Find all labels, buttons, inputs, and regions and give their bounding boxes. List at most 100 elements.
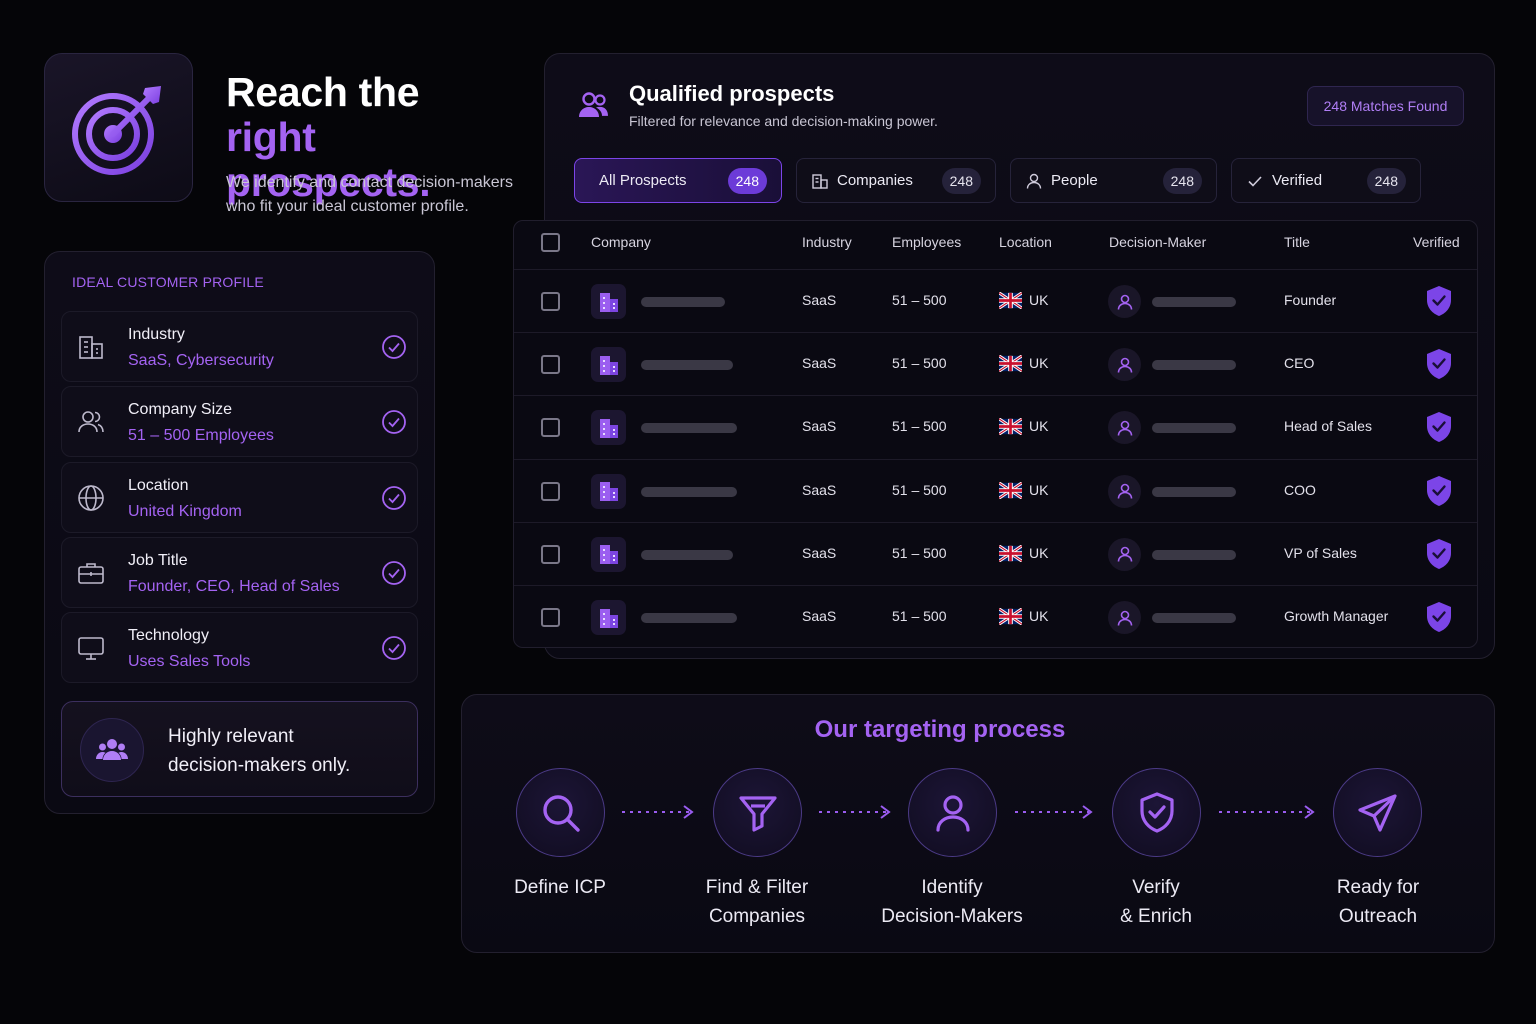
- row-checkbox[interactable]: [541, 355, 560, 375]
- hero-subtitle-line2: who fit your ideal customer profile.: [226, 198, 469, 215]
- icp-item-technology[interactable]: Technology Uses Sales Tools: [61, 612, 418, 683]
- column-header-verified[interactable]: Verified: [1413, 234, 1460, 250]
- relevance-text-line2: decision-makers only.: [168, 755, 351, 776]
- row-checkbox[interactable]: [541, 418, 560, 438]
- group-avatar: [80, 718, 144, 782]
- row-checkbox[interactable]: [541, 544, 560, 564]
- person-icon: [1117, 294, 1132, 310]
- table-row[interactable]: SaaS 51 – 500 UK COO: [514, 458, 1477, 522]
- target-icon: [71, 85, 161, 175]
- building-icon: [599, 545, 618, 565]
- location-cell: UK: [1029, 418, 1049, 435]
- row-checkbox[interactable]: [541, 481, 560, 501]
- building-icon: [599, 355, 618, 375]
- decision-maker-name-placeholder: [1152, 360, 1236, 371]
- tab-people[interactable]: People 248: [1010, 158, 1217, 203]
- flow-arrow: [819, 805, 891, 819]
- hero-subtitle-line1: We identify and contact decision-makers: [226, 174, 513, 191]
- decision-maker-name-placeholder: [1152, 297, 1236, 307]
- company-name-placeholder: [641, 549, 733, 560]
- table-row[interactable]: SaaS 51 – 500 UK Growth Manager: [514, 585, 1477, 648]
- employees-cell: 51 – 500: [892, 418, 947, 435]
- location-cell: UK: [1029, 608, 1049, 624]
- step-find-filter: [713, 768, 802, 857]
- icp-item-value: 51 – 500 Employees: [128, 427, 274, 444]
- relevance-callout: Highly relevant decision-makers only.: [61, 701, 418, 797]
- column-header-company[interactable]: Company: [591, 234, 651, 250]
- table-row[interactable]: SaaS 51 – 500 UK Head of Sales: [514, 395, 1477, 458]
- filter-icon: [738, 795, 777, 832]
- industry-cell: SaaS: [802, 355, 837, 372]
- globe-icon: [78, 485, 104, 511]
- title-cell: COO: [1284, 481, 1316, 498]
- tab-count: 248: [941, 168, 981, 194]
- icp-item-industry[interactable]: Industry SaaS, Cybersecurity: [61, 311, 418, 382]
- verified-shield-icon: [1427, 412, 1451, 443]
- step-label-line1: Find & Filter: [705, 877, 809, 898]
- users-icon: [78, 411, 104, 433]
- company-name-placeholder: [641, 360, 733, 371]
- icp-item-value: Uses Sales Tools: [128, 653, 251, 670]
- table-row[interactable]: SaaS 51 – 500 UK VP of Sales: [514, 521, 1477, 585]
- tab-count: 248: [727, 168, 767, 194]
- flow-arrow: [622, 805, 694, 819]
- verified-shield-icon: [1427, 602, 1451, 632]
- uk-flag-icon: [999, 544, 1022, 562]
- process-title: Our targeting process: [814, 716, 1066, 743]
- step-label-line2: Decision-Makers: [881, 906, 1023, 927]
- column-header-decision-maker[interactable]: Decision-Maker: [1109, 234, 1206, 250]
- select-all-checkbox[interactable]: [541, 233, 560, 252]
- table-row[interactable]: SaaS 51 – 500 UK CEO: [514, 332, 1477, 395]
- location-cell: UK: [1029, 355, 1049, 372]
- hero-title-line1: Reach the: [226, 69, 420, 115]
- icp-item-company-size[interactable]: Company Size 51 – 500 Employees: [61, 386, 418, 457]
- icp-item-location[interactable]: Location United Kingdom: [61, 462, 418, 533]
- step-label-line1: Ready for: [1336, 877, 1420, 898]
- table-row[interactable]: SaaS 51 – 500 UK Founder: [514, 269, 1477, 332]
- building-icon: [599, 292, 618, 312]
- decision-maker-avatar: [1108, 348, 1141, 382]
- step-label-line1: Identify: [921, 877, 983, 898]
- title-cell: Founder: [1284, 292, 1337, 308]
- search-icon: [542, 794, 580, 832]
- employees-cell: 51 – 500: [892, 481, 947, 498]
- building-icon: [812, 173, 828, 189]
- decision-maker-name-placeholder: [1152, 486, 1236, 497]
- uk-flag-icon: [999, 355, 1022, 373]
- row-checkbox[interactable]: [541, 292, 560, 311]
- decision-maker-avatar: [1108, 285, 1141, 318]
- tab-all-prospects[interactable]: All Prospects 248: [574, 158, 782, 203]
- verified-shield-icon: [1427, 538, 1451, 569]
- step-label-line2: & Enrich: [1120, 906, 1192, 927]
- target-logo-tile: [44, 53, 193, 202]
- tab-label: Companies: [837, 172, 913, 189]
- column-header-location[interactable]: Location: [999, 234, 1052, 250]
- tab-companies[interactable]: Companies 248: [796, 158, 996, 203]
- icp-item-label: Job Title: [128, 552, 188, 569]
- step-define-icp: [516, 768, 605, 857]
- check-circle-icon: [382, 486, 406, 510]
- tab-label: Verified: [1272, 172, 1323, 189]
- decision-maker-avatar: [1108, 601, 1141, 634]
- column-header-title[interactable]: Title: [1284, 234, 1310, 250]
- column-header-industry[interactable]: Industry: [802, 234, 852, 250]
- verified-shield-icon: [1427, 349, 1451, 380]
- step-label: Identify Decision-Makers: [857, 873, 1047, 931]
- icp-item-label: Technology: [128, 627, 209, 644]
- column-header-employees[interactable]: Employees: [892, 234, 961, 250]
- company-logo: [591, 284, 626, 319]
- icp-item-job-title[interactable]: Job Title Founder, CEO, Head of Sales: [61, 537, 418, 608]
- step-label-line2: Outreach: [1338, 906, 1418, 927]
- verified-shield-icon: [1427, 475, 1451, 506]
- title-cell: Head of Sales: [1284, 418, 1372, 435]
- location-cell: UK: [1029, 544, 1049, 561]
- tab-verified[interactable]: Verified 248: [1231, 158, 1421, 203]
- building-icon: [599, 482, 618, 502]
- icp-item-label: Location: [128, 477, 189, 494]
- row-checkbox[interactable]: [541, 608, 560, 627]
- uk-flag-icon: [999, 608, 1022, 625]
- shield-check-icon: [1139, 791, 1174, 833]
- check-circle-icon: [382, 636, 406, 660]
- icp-item-value: SaaS, Cybersecurity: [128, 352, 274, 369]
- decision-maker-avatar: [1108, 411, 1141, 445]
